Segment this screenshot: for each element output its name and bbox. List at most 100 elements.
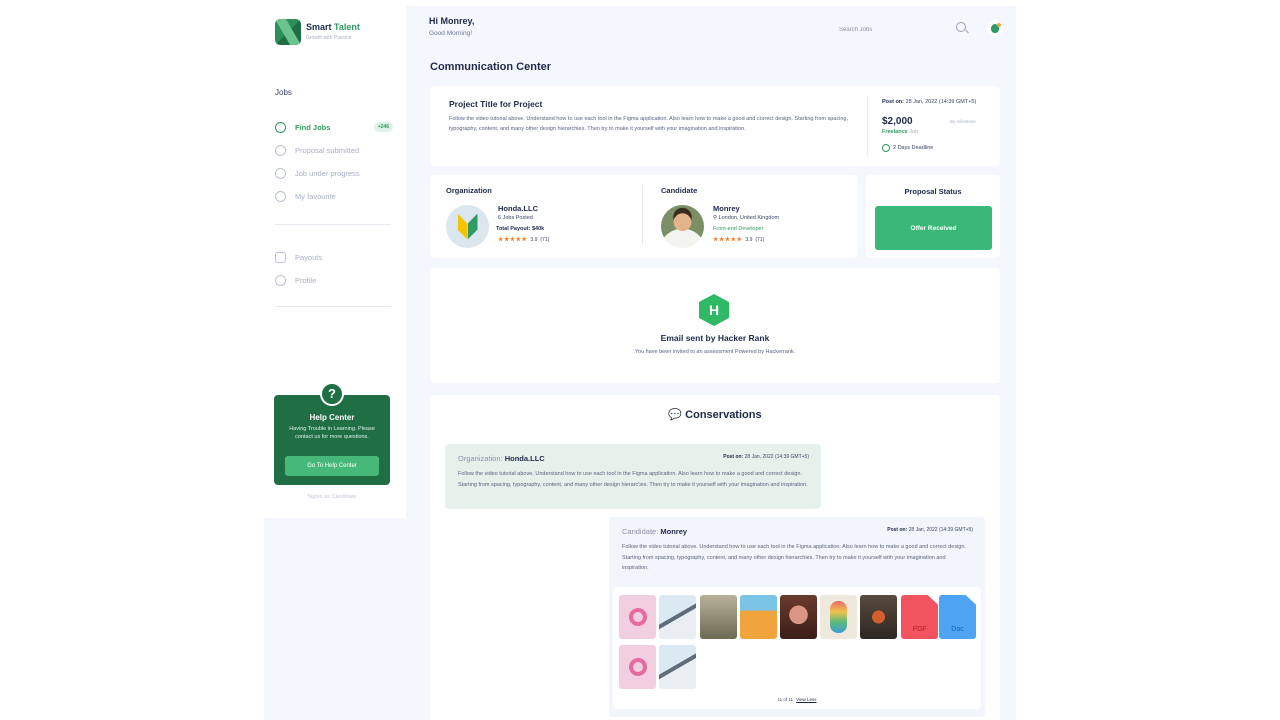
image-attachment[interactable] xyxy=(820,595,857,639)
participants-divider xyxy=(642,185,643,245)
offer-received-button[interactable]: Offer Received xyxy=(875,206,992,250)
location-text: London, United Kingdom xyxy=(718,215,780,221)
sidebar-item-my-favourite[interactable]: My favourite xyxy=(275,189,393,203)
video-attachment[interactable] xyxy=(619,595,656,639)
brand-name-second: Talent xyxy=(334,22,360,32)
brand-name: Smart Talent xyxy=(306,22,360,32)
signin-as-candidate-link[interactable]: Signin as Candidate xyxy=(264,494,400,500)
page-title: Communication Center xyxy=(430,61,552,73)
help-center-title: Help Center xyxy=(309,413,355,422)
search-input[interactable] xyxy=(839,24,929,36)
conversations-title-text: Conservations xyxy=(685,409,762,421)
organization-total-payout: Total Payout: $40k xyxy=(496,226,545,232)
post-label: Post on: xyxy=(723,454,744,460)
wallet-icon xyxy=(275,251,286,263)
hackerrank-subtitle: You have been invited to an assessment P… xyxy=(634,349,796,355)
brand-tagline: Growth with Passion xyxy=(306,35,352,41)
user-avatar[interactable] xyxy=(987,20,1003,36)
search-icon[interactable] xyxy=(956,22,966,32)
sidebar-item-label: My favourite xyxy=(295,191,336,201)
message-sender: Organization: Honda.LLC xyxy=(458,454,545,463)
rating-value: 3.9 xyxy=(530,237,538,243)
sidebar: Smart Talent Growth with Passion Jobs Fi… xyxy=(264,6,406,518)
pdf-attachment[interactable]: PDF xyxy=(901,595,938,639)
chat-bubble-icon: 💬 xyxy=(668,409,683,421)
notification-dot xyxy=(997,23,1001,27)
organization-jobs-posted: 6 Jobs Posted xyxy=(498,215,533,221)
brand-name-first: Smart xyxy=(306,22,332,32)
post-date: 28 Jan, 2022 (14:39 GMT+5) xyxy=(744,454,809,460)
doc-attachment[interactable]: Doc xyxy=(939,595,976,639)
sidebar-item-find-jobs[interactable]: Find Jobs +246 xyxy=(275,120,393,134)
message-post-date: Post on: 28 Jan, 2022 (14:39 GMT+5) xyxy=(723,454,809,460)
image-attachment[interactable] xyxy=(659,595,696,639)
sender-label: Candidate: xyxy=(622,527,659,536)
message-post-date: Post on: 28 Jan, 2022 (14:39 GMT+5) xyxy=(887,527,973,533)
candidate-label: Candidate xyxy=(661,186,698,195)
image-attachment[interactable] xyxy=(740,595,777,639)
briefcase-icon xyxy=(275,121,286,133)
sender-name: Honda.LLC xyxy=(504,454,545,463)
sidebar-item-label: Find Jobs xyxy=(295,122,331,132)
rating-value: 3.9 xyxy=(745,237,753,243)
project-price: $2,000 xyxy=(882,116,913,127)
hackerrank-logo-icon: H xyxy=(699,294,729,326)
organization-logo xyxy=(446,205,489,248)
user-icon xyxy=(275,274,286,286)
project-payment-mode: By milestone xyxy=(950,119,976,124)
jobs-count-badge: +246 xyxy=(373,122,393,132)
sidebar-item-label: Payouts xyxy=(295,252,323,262)
question-icon: ? xyxy=(320,382,344,406)
hackerrank-title: Email sent by Hacker Rank xyxy=(660,333,770,343)
count-text: 11 of 11 xyxy=(777,697,794,702)
video-attachment[interactable] xyxy=(619,645,656,689)
image-attachment[interactable] xyxy=(659,645,696,689)
project-title: Project Title for Project xyxy=(449,99,543,109)
sidebar-item-profile[interactable]: Profile xyxy=(275,273,393,287)
candidate-location: ⚲ London, United Kingdom xyxy=(713,215,780,221)
candidate-avatar xyxy=(661,205,704,248)
organization-name[interactable]: Honda.LLC xyxy=(498,204,538,213)
job-type-strong: Freelance xyxy=(882,129,908,135)
image-attachment[interactable] xyxy=(860,595,897,639)
candidate-name[interactable]: Monrey xyxy=(713,204,740,213)
attachments-count: 11 of 11 View Less xyxy=(613,697,981,702)
sidebar-item-proposal-submitted[interactable]: Proposal submitted xyxy=(275,143,393,157)
image-attachment[interactable] xyxy=(700,595,737,639)
message-body: Follow the video tutorial above. Underst… xyxy=(458,471,808,488)
sender-label: Organization: xyxy=(458,454,503,463)
greeting: Hi Monrey, xyxy=(429,16,475,26)
post-label: Post on: xyxy=(882,99,904,105)
sidebar-section-jobs: Jobs xyxy=(275,88,292,97)
brand-logo xyxy=(275,19,301,45)
hackerrank-email-card: H Email sent by Hacker Rank You have bee… xyxy=(430,268,1000,383)
project-divider xyxy=(867,96,868,156)
organization-label: Organization xyxy=(446,186,492,195)
organization-rating: ★★★★★ 3.9 (71) xyxy=(498,236,549,243)
clock-icon xyxy=(275,167,286,179)
candidate-rating: ★★★★★ 3.9 (71) xyxy=(713,236,764,243)
app-window: Smart Talent Growth with Passion Jobs Fi… xyxy=(264,6,1016,720)
project-deadline: 2 Days Deadline xyxy=(882,144,933,152)
help-center-text: Having Trouble in Learning. Please conta… xyxy=(289,426,375,440)
view-less-link[interactable]: View Less xyxy=(796,697,816,702)
project-post-date: Post on: 28 Jan, 2022 (14:39 GMT+5) xyxy=(882,99,976,105)
help-center-card: ? Help Center Having Trouble in Learning… xyxy=(274,382,390,485)
sidebar-item-label: Proposal submitted xyxy=(295,145,360,155)
post-label: Post on: xyxy=(887,527,908,533)
go-to-help-center-button[interactable]: Go To Help Center xyxy=(285,456,379,476)
sidebar-item-label: Job under progress xyxy=(295,168,360,178)
sidebar-item-label: Profile xyxy=(295,275,317,285)
message-body: Follow the video tutorial above. Underst… xyxy=(622,544,966,571)
conversations-card: 💬 Conservations Organization: Honda.LLC … xyxy=(430,395,1000,720)
star-icons: ★★★★★ xyxy=(713,237,743,243)
sidebar-item-job-under-progress[interactable]: Job under progress xyxy=(275,166,393,180)
message-sender: Candidate: Monrey xyxy=(622,527,687,536)
job-type-rest: Job xyxy=(909,129,919,135)
image-attachment[interactable] xyxy=(780,595,817,639)
deadline-text: 2 Days Deadline xyxy=(893,145,934,151)
sidebar-item-payouts[interactable]: Payouts xyxy=(275,250,393,264)
organization-message: Organization: Honda.LLC Post on: 28 Jan,… xyxy=(445,444,821,509)
heart-icon xyxy=(275,190,286,202)
project-description: Follow the video tutorial above. Underst… xyxy=(449,116,848,132)
